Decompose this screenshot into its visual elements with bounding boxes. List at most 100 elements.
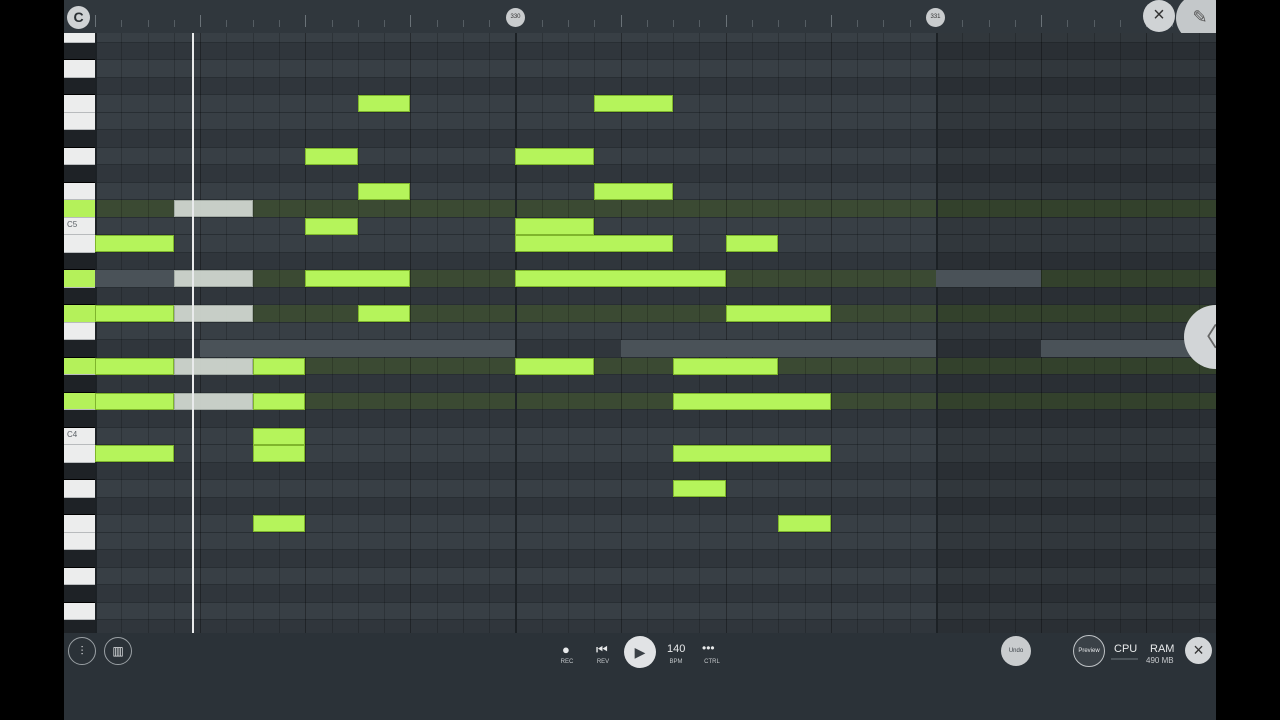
piano-key[interactable]	[64, 322, 95, 340]
note[interactable]	[725, 305, 831, 322]
note[interactable]	[515, 217, 595, 235]
piano-key[interactable]	[64, 410, 95, 428]
piano-key[interactable]	[64, 305, 95, 323]
ruler-tick	[883, 20, 885, 27]
piano-key[interactable]	[64, 567, 95, 585]
piano-key[interactable]	[64, 392, 95, 410]
octave-label: C5	[67, 219, 78, 229]
close-piano-roll-icon[interactable]: ×	[1185, 637, 1212, 664]
piano-key[interactable]	[64, 42, 95, 60]
piano-key[interactable]	[64, 480, 95, 498]
timeline-ruler[interactable]: C 330 331 × ✎	[64, 0, 1216, 42]
piano-key[interactable]	[64, 95, 95, 113]
selected-note[interactable]	[173, 270, 253, 287]
note[interactable]	[252, 427, 306, 445]
piano-key[interactable]	[64, 235, 95, 253]
piano-key[interactable]	[64, 497, 95, 515]
note[interactable]	[515, 235, 674, 252]
selected-note[interactable]	[173, 357, 253, 375]
note[interactable]	[673, 392, 831, 410]
other-channel-note[interactable]	[620, 340, 936, 357]
close-icon[interactable]: ×	[1143, 0, 1175, 32]
note[interactable]	[515, 147, 595, 165]
piano-key[interactable]	[64, 165, 95, 183]
note[interactable]	[305, 147, 358, 165]
piano-key[interactable]	[64, 585, 95, 603]
note[interactable]	[252, 357, 306, 375]
piano-key[interactable]	[64, 357, 95, 375]
note[interactable]	[252, 392, 306, 410]
piano-key[interactable]	[64, 550, 95, 568]
piano-key[interactable]	[64, 462, 95, 480]
note[interactable]	[252, 515, 306, 532]
note[interactable]	[594, 95, 674, 112]
piano-key[interactable]	[64, 445, 95, 463]
piano-key[interactable]	[64, 182, 95, 200]
other-channel-note[interactable]	[95, 270, 174, 287]
grid-line	[646, 33, 648, 633]
note[interactable]	[95, 305, 174, 322]
note[interactable]	[673, 445, 831, 462]
note-grid[interactable]	[95, 33, 1216, 633]
note[interactable]	[357, 305, 411, 322]
piano-key[interactable]	[64, 112, 95, 130]
ruler-tick	[909, 20, 911, 27]
note[interactable]	[673, 357, 779, 375]
ctrl-more-icon[interactable]: •••	[702, 641, 715, 655]
bar-marker-331[interactable]: 331	[926, 8, 945, 27]
rewind-icon[interactable]: ⏮	[596, 642, 608, 658]
note[interactable]	[673, 480, 726, 497]
mixer-icon[interactable]: ⫶	[68, 637, 96, 665]
note[interactable]	[95, 445, 174, 462]
play-button[interactable]: ▶	[624, 636, 656, 668]
piano-key[interactable]	[64, 287, 95, 305]
other-channel-note[interactable]	[935, 270, 1042, 287]
piano-key[interactable]	[64, 252, 95, 270]
selected-note[interactable]	[173, 392, 253, 410]
note[interactable]	[594, 182, 674, 200]
note[interactable]	[778, 515, 831, 532]
bpm-value[interactable]: 140	[667, 643, 685, 655]
note[interactable]	[515, 357, 595, 375]
piano-key[interactable]	[64, 33, 95, 43]
selected-note[interactable]	[173, 200, 253, 217]
note[interactable]	[357, 182, 411, 200]
note[interactable]	[725, 235, 779, 252]
other-channel-note[interactable]	[200, 340, 516, 357]
piano-key[interactable]	[64, 515, 95, 533]
piano-key[interactable]	[64, 147, 95, 165]
piano-key[interactable]	[64, 340, 95, 358]
note[interactable]	[357, 95, 411, 112]
piano-key[interactable]	[64, 130, 95, 148]
grid-line	[935, 33, 938, 633]
grid-line	[673, 33, 675, 633]
note[interactable]	[305, 270, 411, 287]
note[interactable]	[252, 445, 306, 462]
note[interactable]	[515, 270, 726, 287]
fl-logo-icon[interactable]: C	[67, 6, 90, 29]
selected-note[interactable]	[173, 305, 253, 322]
ruler-tick	[331, 20, 333, 27]
piano-key[interactable]	[64, 602, 95, 620]
piano-key[interactable]	[64, 532, 95, 550]
record-icon[interactable]: ●	[562, 642, 570, 657]
piano-key[interactable]	[64, 60, 95, 78]
piano-key[interactable]	[64, 620, 95, 633]
bar-marker-330[interactable]: 330	[506, 8, 525, 27]
piano-key[interactable]	[64, 375, 95, 393]
playhead[interactable]	[192, 33, 194, 633]
note[interactable]	[95, 235, 174, 252]
piano-icon[interactable]: ▥	[104, 637, 132, 665]
note[interactable]	[95, 392, 174, 410]
undo-button[interactable]: Undo	[1001, 636, 1031, 666]
preview-button[interactable]: Preview	[1073, 635, 1105, 667]
piano-key[interactable]	[64, 77, 95, 95]
note[interactable]	[305, 217, 358, 235]
note[interactable]	[95, 357, 174, 375]
ruler-tick	[489, 20, 491, 27]
piano-keyboard[interactable]: C5 C4	[64, 33, 95, 633]
grid-line	[883, 33, 885, 633]
ruler-tick	[252, 20, 254, 27]
piano-key[interactable]	[64, 270, 95, 288]
piano-key[interactable]	[64, 200, 95, 218]
